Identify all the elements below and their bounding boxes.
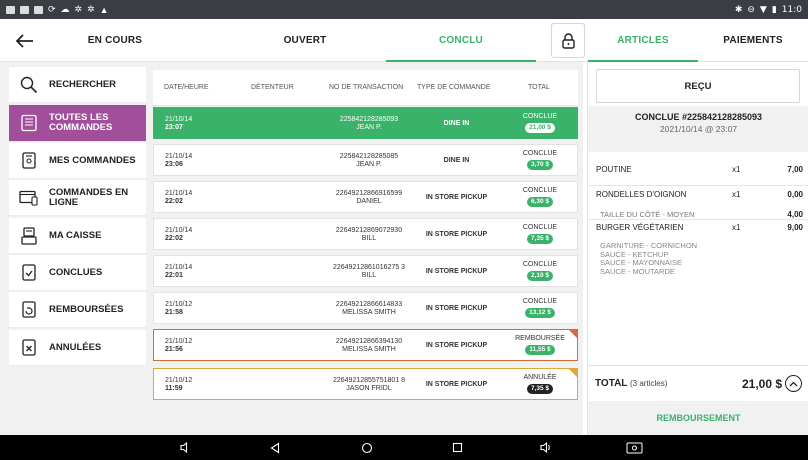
volume-up-icon[interactable] xyxy=(538,440,553,455)
sidebar-item-rechercher[interactable]: RECHERCHER xyxy=(9,67,146,103)
document-icon xyxy=(34,5,43,14)
volume-down-icon[interactable] xyxy=(178,440,193,455)
sidebar-item-label: TOUTES LES COMMANDES xyxy=(49,112,113,133)
total-badge: 6,30 $ xyxy=(526,197,554,207)
status-bar: ⟳ ☁ ✲ ✲ ▲ ✱ ⊖ ▼ ▮ 11:0 xyxy=(0,0,808,19)
table-row[interactable]: 21/10/14 22:02 22649212866916599 DANIEL IN… xyxy=(153,181,578,213)
line-item[interactable]: POUTINE x1 7,00 xyxy=(588,152,808,186)
back-button[interactable] xyxy=(0,19,50,62)
total-badge: 3,70 $ xyxy=(526,160,554,170)
back-arrow-icon xyxy=(16,33,33,48)
bluetooth-icon: ✱ xyxy=(734,4,743,15)
refunded-icon xyxy=(9,300,49,319)
sync-icon: ⟳ xyxy=(48,4,56,14)
system-icons: ✱ ⊖ ▼ ▮ 11:0 xyxy=(735,5,802,15)
order-title: CONCLUE #225842128285093 xyxy=(634,112,763,122)
total-label: TOTAL xyxy=(595,378,628,389)
column-header-order-type: TYPE DE COMMANDE xyxy=(417,84,491,91)
table-row[interactable]: 21/10/12 21:58 22649212866614833 MELISSA S… xyxy=(153,292,578,324)
column-header-total: TOTAL xyxy=(528,84,550,91)
cloud-icon: ☁ xyxy=(60,4,70,14)
total-badge: 7,35 $ xyxy=(526,384,554,394)
screenshot-icon[interactable] xyxy=(625,440,643,455)
table-row[interactable]: 21/10/14 23:07 225842128285093 JEAN P. DIN… xyxy=(153,107,578,139)
total-row: TOTAL (3 articles) 21,00 $ xyxy=(588,365,808,401)
sidebar-item-label: MES COMMANDES xyxy=(49,154,136,166)
sidebar-item-annulees[interactable]: ANNULÉES xyxy=(9,330,146,366)
receipt-button[interactable]: REÇU xyxy=(596,69,800,103)
back-nav-icon[interactable] xyxy=(267,440,282,455)
warning-icon: ▲ xyxy=(99,4,109,15)
total-badge: 7,35 $ xyxy=(526,234,554,244)
tab-conclu[interactable]: CONCLU xyxy=(386,19,536,62)
order-datetime: 2021/10/14 @ 23:07 xyxy=(659,124,738,134)
sidebar-item-label: RECHERCHER xyxy=(49,78,117,90)
sidebar-item-ma-caisse[interactable]: MA CAISSE xyxy=(9,218,146,254)
register-icon xyxy=(9,226,49,245)
sidebar-item-label: ANNULÉES xyxy=(49,341,102,353)
item-count: (3 articles) xyxy=(630,379,668,388)
online-orders-icon xyxy=(9,190,49,206)
search-icon xyxy=(9,76,49,94)
column-header-date: DATE/HEURE xyxy=(164,84,209,91)
wifi-icon: ▼ xyxy=(759,4,767,15)
recents-nav-icon[interactable] xyxy=(450,440,465,455)
home-nav-icon[interactable] xyxy=(359,440,374,455)
sidebar-item-mes-commandes[interactable]: MES COMMANDES xyxy=(9,143,146,179)
lock-button[interactable] xyxy=(551,23,585,58)
my-orders-icon xyxy=(9,151,49,170)
refund-button[interactable]: REMBOURSEMENT xyxy=(588,401,808,435)
column-header-holder: DÉTENTEUR xyxy=(251,84,294,91)
tab-paiements[interactable]: PAIEMENTS xyxy=(698,19,808,62)
sidebar-item-label: CONCLUES xyxy=(49,266,103,278)
tab-ouvert[interactable]: OUVERT xyxy=(245,19,365,62)
chevron-up-icon xyxy=(789,381,798,386)
line-item[interactable]: BURGER VÉGÉTARIEN x1 9,00 GARNITURE - CO… xyxy=(588,220,808,284)
sidebar-item-label: REMBOURSÉES xyxy=(49,303,124,315)
sidebar-item-conclues[interactable]: CONCLUES xyxy=(9,255,146,291)
tab-en-cours[interactable]: EN COURS xyxy=(50,19,180,62)
video-icon xyxy=(6,5,15,14)
total-badge: 13,12 $ xyxy=(525,308,555,318)
receipt-panel: REÇU CONCLUE #225842128285093 2021/10/14… xyxy=(587,62,808,435)
settings-icon: ✲ xyxy=(74,4,83,14)
all-orders-icon xyxy=(9,114,49,132)
item-modifier: TAILLE DU CÔTÉ - MOYEN xyxy=(600,210,695,219)
sidebar-item-label: MA CAISSE xyxy=(49,229,102,241)
sidebar-item-remboursees[interactable]: REMBOURSÉES xyxy=(9,292,146,328)
table-row[interactable]: 21/10/14 22:02 22649212869072930 BILL IN S… xyxy=(153,218,578,250)
sidebar: RECHERCHER TOUTES LES COMMANDES MES COMM… xyxy=(0,62,147,435)
settings-icon: ✲ xyxy=(87,4,95,14)
line-item[interactable]: RONDELLES D'OIGNON x1 0,00 TAILLE DU CÔT… xyxy=(588,186,808,220)
column-header-transaction: NO DE TRANSACTION xyxy=(329,84,404,91)
cancelled-icon xyxy=(9,338,49,357)
navigation-bar xyxy=(0,435,808,460)
table-header: DATE/HEURE DÉTENTEUR NO DE TRANSACTION T… xyxy=(153,70,578,106)
total-badge: 2,10 $ xyxy=(526,271,554,281)
notification-icons: ⟳ ☁ ✲ ✲ ▲ xyxy=(6,4,109,15)
item-modifiers: GARNITURE - CORNICHON SAUCE - KETCHUP SA… xyxy=(600,241,698,276)
top-bar: EN COURS OUVERT CONCLU ARTICLES PAIEMENT… xyxy=(0,19,808,62)
expand-button[interactable] xyxy=(785,375,802,392)
table-row[interactable]: 21/10/14 23:06 225842128285085 JEAN P. DIN… xyxy=(153,144,578,176)
total-badge: 11,55 $ xyxy=(525,345,555,355)
table-row[interactable]: 21/10/12 21:56 22649212866394130 MELISSA S… xyxy=(153,329,578,361)
battery-icon: ▮ xyxy=(771,4,777,15)
gallery-icon xyxy=(20,5,29,14)
orders-table: DATE/HEURE DÉTENTEUR NO DE TRANSACTION T… xyxy=(147,62,583,435)
total-badge: 21,00 $ xyxy=(525,123,555,133)
order-summary: CONCLUE #225842128285093 2021/10/14 @ 23… xyxy=(588,106,808,152)
minus-circle-icon: ⊖ xyxy=(747,4,755,15)
table-row[interactable]: 21/10/12 11:59 22649212855751801 8 JASON F… xyxy=(153,368,578,400)
sidebar-item-label: COMMANDES EN LIGNE xyxy=(49,186,129,208)
tab-articles[interactable]: ARTICLES xyxy=(588,19,698,62)
table-row[interactable]: 21/10/14 22:01 22649212861016275 3 BILL IN… xyxy=(153,255,578,287)
total-value: 21,00 $ xyxy=(742,377,783,391)
clock: 11:0 xyxy=(781,4,802,15)
sidebar-item-commandes-en-ligne[interactable]: COMMANDES EN LIGNE xyxy=(9,180,146,216)
sidebar-item-toutes-les-commandes[interactable]: TOUTES LES COMMANDES xyxy=(9,105,146,142)
concluded-icon xyxy=(9,263,49,282)
lock-icon xyxy=(561,32,575,49)
